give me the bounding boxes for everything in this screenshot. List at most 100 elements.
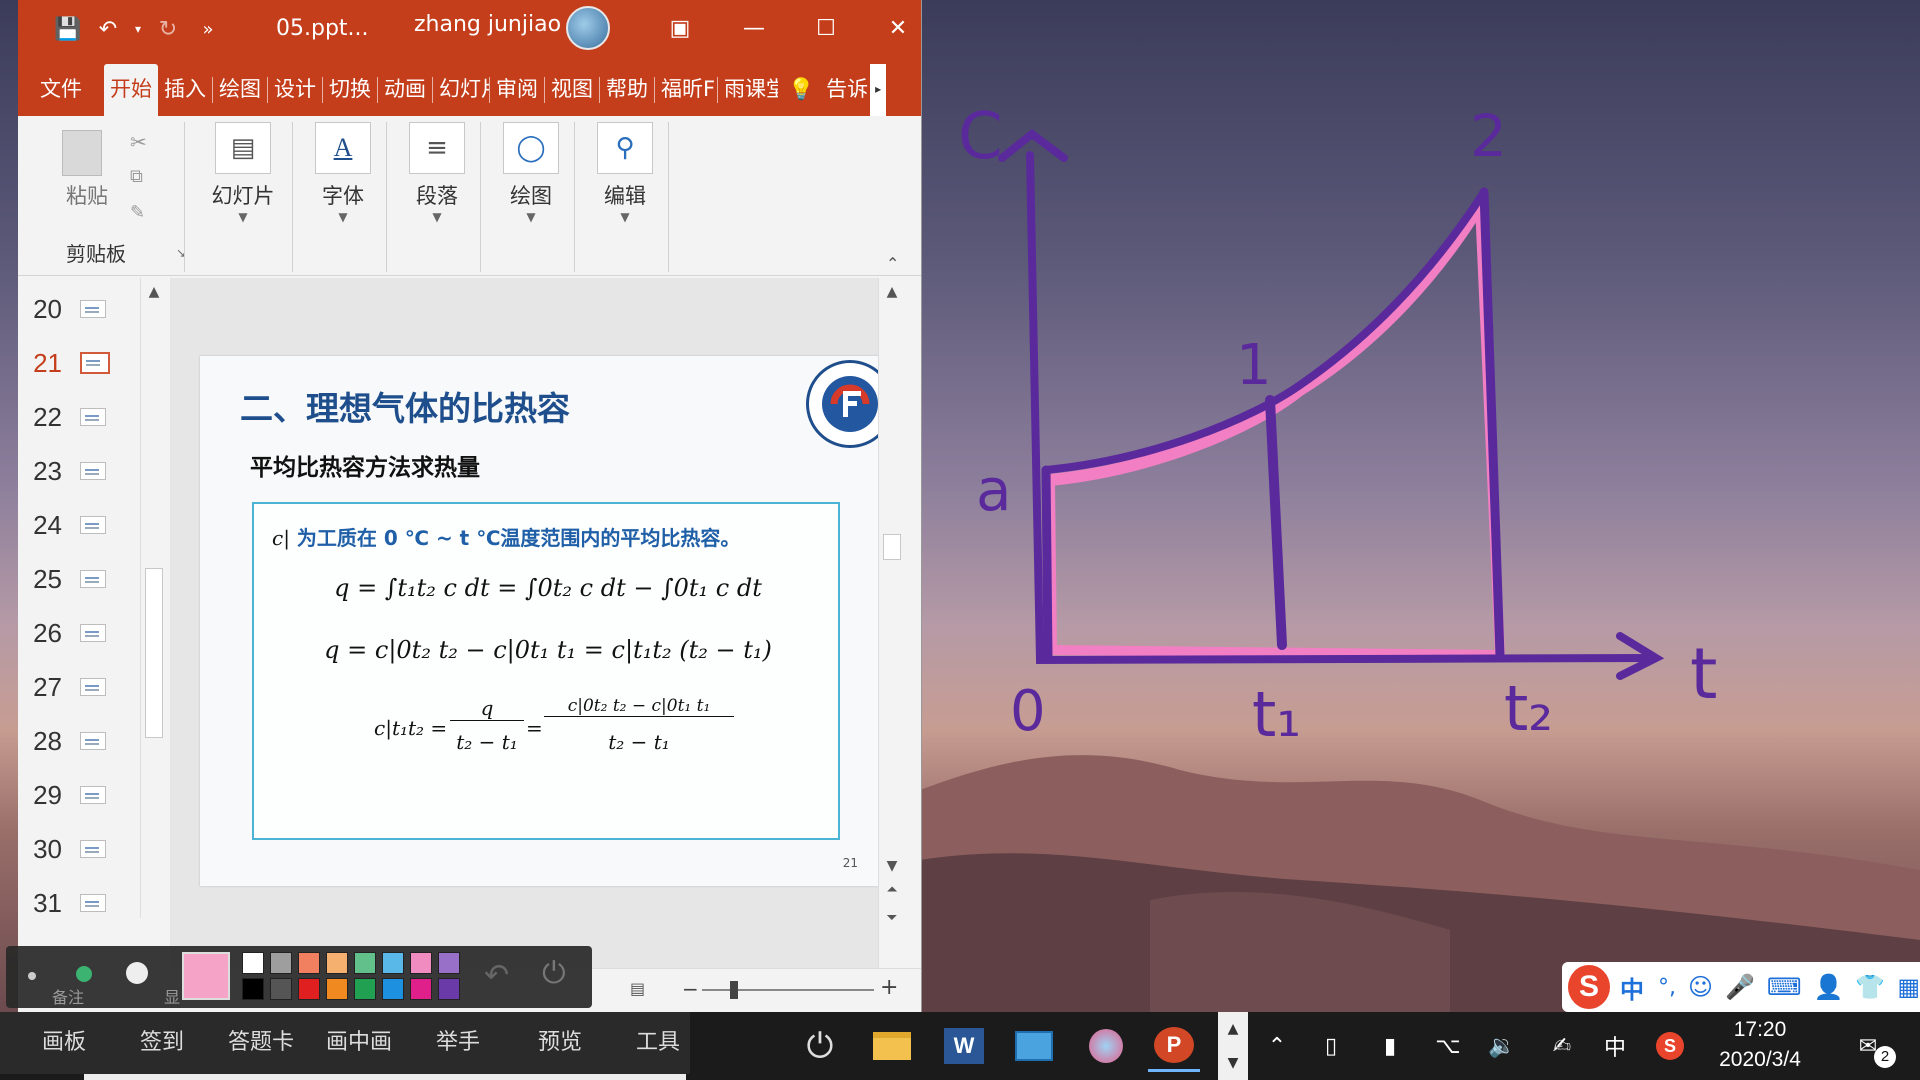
more-commands-icon[interactable]: » bbox=[188, 9, 228, 49]
taskbar-scroll-icon[interactable]: ▲ ▼ bbox=[1218, 1012, 1248, 1080]
medium-pen-dot[interactable] bbox=[76, 966, 92, 982]
tab-review[interactable]: 审阅 bbox=[490, 64, 544, 116]
clock-date[interactable]: 2020/3/4 bbox=[1700, 1048, 1820, 1072]
feather-app-icon[interactable] bbox=[1080, 1020, 1132, 1072]
collapse-ribbon-icon[interactable]: ⌃ bbox=[886, 254, 899, 273]
phone-icon[interactable]: ▯ bbox=[1316, 1012, 1346, 1080]
tool-picture-in-picture[interactable]: 画中画 bbox=[326, 1012, 392, 1074]
power-icon[interactable]: ⏻ bbox=[794, 1020, 846, 1072]
tool-check-in[interactable]: 签到 bbox=[140, 1012, 184, 1074]
emoji-icon[interactable]: ☺ bbox=[1688, 973, 1713, 1001]
keyboard-icon[interactable]: ⌨ bbox=[1767, 973, 1802, 1001]
paste-icon[interactable] bbox=[62, 130, 102, 176]
lightbulb-icon[interactable]: 💡 bbox=[778, 64, 824, 116]
thumbnail-item-active[interactable]: 21 bbox=[18, 336, 138, 390]
large-pen-dot[interactable] bbox=[126, 962, 148, 984]
color-swatch[interactable] bbox=[326, 952, 348, 974]
undo-icon[interactable]: ↶ bbox=[88, 9, 128, 49]
slide-scrollbar[interactable]: ▲ ▼ ⏶ ⏷ bbox=[878, 278, 904, 968]
color-swatch[interactable] bbox=[354, 952, 376, 974]
tab-home[interactable]: 开始 bbox=[104, 64, 158, 116]
scroll-up-icon[interactable]: ▲ bbox=[879, 280, 905, 304]
copy-icon[interactable]: ⧉ bbox=[130, 166, 143, 187]
tab-view[interactable]: 视图 bbox=[545, 64, 599, 116]
zoom-in-icon[interactable]: + bbox=[880, 975, 898, 1000]
color-swatch[interactable] bbox=[354, 978, 376, 1000]
formula-box[interactable]: c| 为工质在 0 ℃ ~ t ℃温度范围内的平均比热容。 q = ∫t₁t₂ … bbox=[252, 502, 840, 840]
presenter-view-icon[interactable]: ▤ bbox=[630, 979, 645, 998]
word-icon[interactable]: W bbox=[938, 1020, 990, 1072]
tabs-scroll-right-icon[interactable]: ▸ bbox=[870, 64, 887, 116]
color-swatch[interactable] bbox=[410, 978, 432, 1000]
tab-slideshow[interactable]: 幻灯片 bbox=[433, 64, 489, 116]
show-hidden-icons[interactable]: ⌃ bbox=[1262, 1012, 1292, 1080]
thumbnail-item[interactable]: 20 bbox=[18, 282, 138, 336]
next-slide-icon[interactable]: ⏷ bbox=[879, 906, 905, 930]
color-swatch[interactable] bbox=[410, 952, 432, 974]
color-swatch[interactable] bbox=[270, 952, 292, 974]
editing-group[interactable]: ⚲ 编辑 ▼ bbox=[580, 116, 670, 266]
powerpoint-icon[interactable]: P bbox=[1148, 1020, 1200, 1072]
zoom-slider[interactable] bbox=[702, 989, 874, 991]
slide-canvas[interactable]: 二、理想气体的比热容 平均比热容方法求热量 c| 为工质在 0 ℃ ~ t ℃温… bbox=[200, 356, 900, 886]
tab-design[interactable]: 设计 bbox=[268, 64, 322, 116]
tab-rain-classroom[interactable]: 雨课堂 bbox=[718, 64, 778, 116]
color-swatch[interactable] bbox=[326, 978, 348, 1000]
color-swatch[interactable] bbox=[438, 952, 460, 974]
punctuation-icon[interactable]: °, bbox=[1658, 975, 1676, 1000]
thumbnail-item[interactable]: 29 bbox=[18, 768, 138, 822]
toolbox-icon[interactable]: ▦ bbox=[1897, 973, 1920, 1001]
paragraph-group[interactable]: ≡ 段落 ▼ bbox=[392, 116, 482, 266]
minimize-button[interactable]: — bbox=[732, 8, 776, 48]
thumbnail-item[interactable]: 31 bbox=[18, 876, 138, 930]
sogou-tray-icon[interactable]: S bbox=[1650, 1012, 1690, 1080]
color-swatch[interactable] bbox=[382, 978, 404, 1000]
save-icon[interactable]: 💾 bbox=[48, 9, 88, 49]
thumbnails-scrollbar[interactable]: ▲ bbox=[140, 278, 166, 918]
volume-icon[interactable]: 🔉 bbox=[1482, 1012, 1522, 1080]
tab-draw[interactable]: 绘图 bbox=[213, 64, 267, 116]
thumbnail-item[interactable]: 22 bbox=[18, 390, 138, 444]
close-button[interactable]: ✕ bbox=[876, 8, 920, 48]
cut-icon[interactable]: ✂ bbox=[130, 130, 147, 154]
zoom-out-icon[interactable]: − bbox=[682, 977, 699, 1001]
user-icon[interactable]: 👤 bbox=[1814, 973, 1844, 1001]
ribbon-display-options-icon[interactable]: ▣ bbox=[658, 8, 702, 48]
thumbnail-item[interactable]: 27 bbox=[18, 660, 138, 714]
undo-dropdown-icon[interactable]: ▾ bbox=[128, 9, 148, 49]
previous-slide-icon[interactable]: ⏶ bbox=[879, 878, 905, 902]
input-language[interactable]: 中 bbox=[1600, 1012, 1630, 1080]
tab-foxit[interactable]: 福昕F bbox=[655, 64, 717, 116]
color-swatch[interactable] bbox=[298, 978, 320, 1000]
wifi-icon[interactable]: ⌥ bbox=[1428, 1012, 1468, 1080]
tab-file[interactable]: 文件 bbox=[18, 64, 104, 116]
tell-me-search[interactable]: 告诉 bbox=[824, 64, 870, 116]
slide-subtitle[interactable]: 平均比热容方法求热量 bbox=[250, 448, 480, 482]
battery-icon[interactable]: ▮ bbox=[1370, 1012, 1410, 1080]
color-swatch[interactable] bbox=[270, 978, 292, 1000]
tool-raise-hand[interactable]: 举手 bbox=[436, 1012, 480, 1074]
tool-tools[interactable]: 工具 bbox=[636, 1012, 680, 1074]
paste-button[interactable]: 粘贴 bbox=[66, 180, 108, 210]
scroll-down-icon[interactable]: ▼ bbox=[879, 854, 905, 878]
clock-time[interactable]: 17:20 bbox=[1700, 1018, 1820, 1042]
tab-animations[interactable]: 动画 bbox=[378, 64, 432, 116]
scroll-up-icon[interactable]: ▲ bbox=[141, 280, 167, 304]
color-swatch[interactable] bbox=[242, 952, 264, 974]
ime-language[interactable]: 中 bbox=[1620, 970, 1644, 1005]
scrollbar-thumb[interactable] bbox=[145, 568, 163, 738]
tab-help[interactable]: 帮助 bbox=[600, 64, 654, 116]
tab-insert[interactable]: 插入 bbox=[158, 64, 212, 116]
thumbnail-item[interactable]: 28 bbox=[18, 714, 138, 768]
tool-answer-card[interactable]: 答题卡 bbox=[228, 1012, 294, 1074]
selected-color-swatch[interactable] bbox=[182, 952, 230, 1000]
color-swatch[interactable] bbox=[438, 978, 460, 1000]
power-icon[interactable]: ⏻ bbox=[542, 956, 566, 991]
undo-icon[interactable]: ↶ bbox=[484, 958, 509, 993]
outlook-icon[interactable] bbox=[1008, 1020, 1060, 1072]
zoom-slider-handle[interactable] bbox=[730, 981, 738, 999]
thumbnail-item[interactable]: 23 bbox=[18, 444, 138, 498]
pen-icon[interactable]: ✍ bbox=[1542, 1012, 1582, 1080]
drawing-group[interactable]: ◯ 绘图 ▼ bbox=[486, 116, 576, 266]
tab-transitions[interactable]: 切换 bbox=[323, 64, 377, 116]
